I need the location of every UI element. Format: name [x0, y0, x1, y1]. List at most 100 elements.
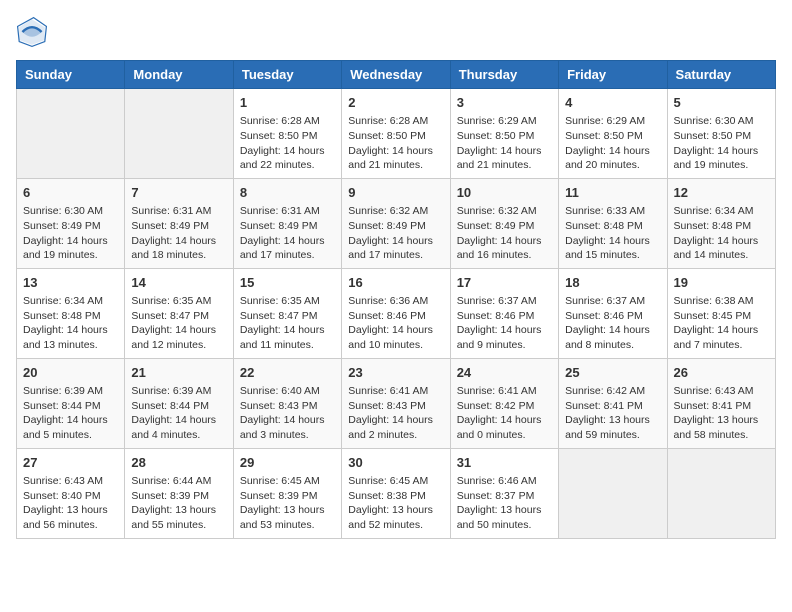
day-number: 15: [240, 274, 335, 292]
page-header: [16, 16, 776, 48]
logo: [16, 16, 52, 48]
daylight-text: Daylight: 13 hours and 50 minutes.: [457, 503, 552, 532]
daylight-text: Daylight: 14 hours and 19 minutes.: [23, 234, 118, 263]
sunset-text: Sunset: 8:49 PM: [23, 219, 118, 234]
calendar-cell: 9Sunrise: 6:32 AMSunset: 8:49 PMDaylight…: [342, 178, 450, 268]
day-number: 29: [240, 454, 335, 472]
daylight-text: Daylight: 14 hours and 9 minutes.: [457, 323, 552, 352]
calendar-cell: 7Sunrise: 6:31 AMSunset: 8:49 PMDaylight…: [125, 178, 233, 268]
sunrise-text: Sunrise: 6:30 AM: [23, 204, 118, 219]
day-number: 5: [674, 94, 769, 112]
daylight-text: Daylight: 13 hours and 56 minutes.: [23, 503, 118, 532]
day-number: 14: [131, 274, 226, 292]
day-number: 12: [674, 184, 769, 202]
sunrise-text: Sunrise: 6:43 AM: [674, 384, 769, 399]
calendar-cell: 15Sunrise: 6:35 AMSunset: 8:47 PMDayligh…: [233, 268, 341, 358]
day-number: 24: [457, 364, 552, 382]
calendar-cell: 13Sunrise: 6:34 AMSunset: 8:48 PMDayligh…: [17, 268, 125, 358]
daylight-text: Daylight: 14 hours and 16 minutes.: [457, 234, 552, 263]
sunset-text: Sunset: 8:43 PM: [240, 399, 335, 414]
sunset-text: Sunset: 8:42 PM: [457, 399, 552, 414]
day-of-week-header: Saturday: [667, 61, 775, 89]
sunrise-text: Sunrise: 6:46 AM: [457, 474, 552, 489]
calendar-cell: 16Sunrise: 6:36 AMSunset: 8:46 PMDayligh…: [342, 268, 450, 358]
calendar-cell: 26Sunrise: 6:43 AMSunset: 8:41 PMDayligh…: [667, 358, 775, 448]
day-number: 18: [565, 274, 660, 292]
sunrise-text: Sunrise: 6:35 AM: [240, 294, 335, 309]
day-number: 23: [348, 364, 443, 382]
sunset-text: Sunset: 8:49 PM: [348, 219, 443, 234]
day-number: 31: [457, 454, 552, 472]
daylight-text: Daylight: 14 hours and 5 minutes.: [23, 413, 118, 442]
day-number: 11: [565, 184, 660, 202]
day-number: 10: [457, 184, 552, 202]
sunset-text: Sunset: 8:50 PM: [457, 129, 552, 144]
calendar-cell: 28Sunrise: 6:44 AMSunset: 8:39 PMDayligh…: [125, 448, 233, 538]
daylight-text: Daylight: 14 hours and 22 minutes.: [240, 144, 335, 173]
day-of-week-header: Monday: [125, 61, 233, 89]
sunset-text: Sunset: 8:48 PM: [674, 219, 769, 234]
sunrise-text: Sunrise: 6:32 AM: [348, 204, 443, 219]
calendar-week-row: 13Sunrise: 6:34 AMSunset: 8:48 PMDayligh…: [17, 268, 776, 358]
sunrise-text: Sunrise: 6:41 AM: [457, 384, 552, 399]
sunrise-text: Sunrise: 6:39 AM: [23, 384, 118, 399]
logo-icon: [16, 16, 48, 48]
day-number: 17: [457, 274, 552, 292]
calendar-cell: 27Sunrise: 6:43 AMSunset: 8:40 PMDayligh…: [17, 448, 125, 538]
sunset-text: Sunset: 8:44 PM: [23, 399, 118, 414]
daylight-text: Daylight: 14 hours and 20 minutes.: [565, 144, 660, 173]
sunrise-text: Sunrise: 6:31 AM: [240, 204, 335, 219]
day-number: 27: [23, 454, 118, 472]
sunrise-text: Sunrise: 6:43 AM: [23, 474, 118, 489]
daylight-text: Daylight: 13 hours and 53 minutes.: [240, 503, 335, 532]
sunrise-text: Sunrise: 6:45 AM: [348, 474, 443, 489]
calendar-cell: 3Sunrise: 6:29 AMSunset: 8:50 PMDaylight…: [450, 89, 558, 179]
day-number: 20: [23, 364, 118, 382]
daylight-text: Daylight: 14 hours and 11 minutes.: [240, 323, 335, 352]
calendar-cell: 5Sunrise: 6:30 AMSunset: 8:50 PMDaylight…: [667, 89, 775, 179]
sunrise-text: Sunrise: 6:42 AM: [565, 384, 660, 399]
daylight-text: Daylight: 13 hours and 55 minutes.: [131, 503, 226, 532]
daylight-text: Daylight: 14 hours and 13 minutes.: [23, 323, 118, 352]
daylight-text: Daylight: 14 hours and 7 minutes.: [674, 323, 769, 352]
calendar-cell: 19Sunrise: 6:38 AMSunset: 8:45 PMDayligh…: [667, 268, 775, 358]
sunset-text: Sunset: 8:50 PM: [348, 129, 443, 144]
sunrise-text: Sunrise: 6:37 AM: [565, 294, 660, 309]
day-number: 4: [565, 94, 660, 112]
sunrise-text: Sunrise: 6:32 AM: [457, 204, 552, 219]
sunset-text: Sunset: 8:49 PM: [240, 219, 335, 234]
sunrise-text: Sunrise: 6:45 AM: [240, 474, 335, 489]
calendar-cell: 18Sunrise: 6:37 AMSunset: 8:46 PMDayligh…: [559, 268, 667, 358]
daylight-text: Daylight: 14 hours and 19 minutes.: [674, 144, 769, 173]
daylight-text: Daylight: 14 hours and 17 minutes.: [240, 234, 335, 263]
sunrise-text: Sunrise: 6:34 AM: [674, 204, 769, 219]
calendar-cell: 22Sunrise: 6:40 AMSunset: 8:43 PMDayligh…: [233, 358, 341, 448]
sunrise-text: Sunrise: 6:35 AM: [131, 294, 226, 309]
day-number: 16: [348, 274, 443, 292]
sunrise-text: Sunrise: 6:44 AM: [131, 474, 226, 489]
calendar-header-row: SundayMondayTuesdayWednesdayThursdayFrid…: [17, 61, 776, 89]
calendar-cell: 21Sunrise: 6:39 AMSunset: 8:44 PMDayligh…: [125, 358, 233, 448]
calendar-cell: 11Sunrise: 6:33 AMSunset: 8:48 PMDayligh…: [559, 178, 667, 268]
calendar-cell: 25Sunrise: 6:42 AMSunset: 8:41 PMDayligh…: [559, 358, 667, 448]
daylight-text: Daylight: 14 hours and 18 minutes.: [131, 234, 226, 263]
sunrise-text: Sunrise: 6:29 AM: [457, 114, 552, 129]
calendar-week-row: 27Sunrise: 6:43 AMSunset: 8:40 PMDayligh…: [17, 448, 776, 538]
calendar-week-row: 20Sunrise: 6:39 AMSunset: 8:44 PMDayligh…: [17, 358, 776, 448]
sunrise-text: Sunrise: 6:28 AM: [348, 114, 443, 129]
day-number: 13: [23, 274, 118, 292]
day-number: 19: [674, 274, 769, 292]
day-of-week-header: Friday: [559, 61, 667, 89]
sunset-text: Sunset: 8:43 PM: [348, 399, 443, 414]
sunrise-text: Sunrise: 6:41 AM: [348, 384, 443, 399]
daylight-text: Daylight: 14 hours and 17 minutes.: [348, 234, 443, 263]
calendar-cell: 10Sunrise: 6:32 AMSunset: 8:49 PMDayligh…: [450, 178, 558, 268]
calendar-table: SundayMondayTuesdayWednesdayThursdayFrid…: [16, 60, 776, 539]
daylight-text: Daylight: 14 hours and 21 minutes.: [348, 144, 443, 173]
sunset-text: Sunset: 8:49 PM: [131, 219, 226, 234]
day-number: 2: [348, 94, 443, 112]
calendar-cell: [125, 89, 233, 179]
calendar-week-row: 6Sunrise: 6:30 AMSunset: 8:49 PMDaylight…: [17, 178, 776, 268]
daylight-text: Daylight: 14 hours and 4 minutes.: [131, 413, 226, 442]
daylight-text: Daylight: 14 hours and 14 minutes.: [674, 234, 769, 263]
